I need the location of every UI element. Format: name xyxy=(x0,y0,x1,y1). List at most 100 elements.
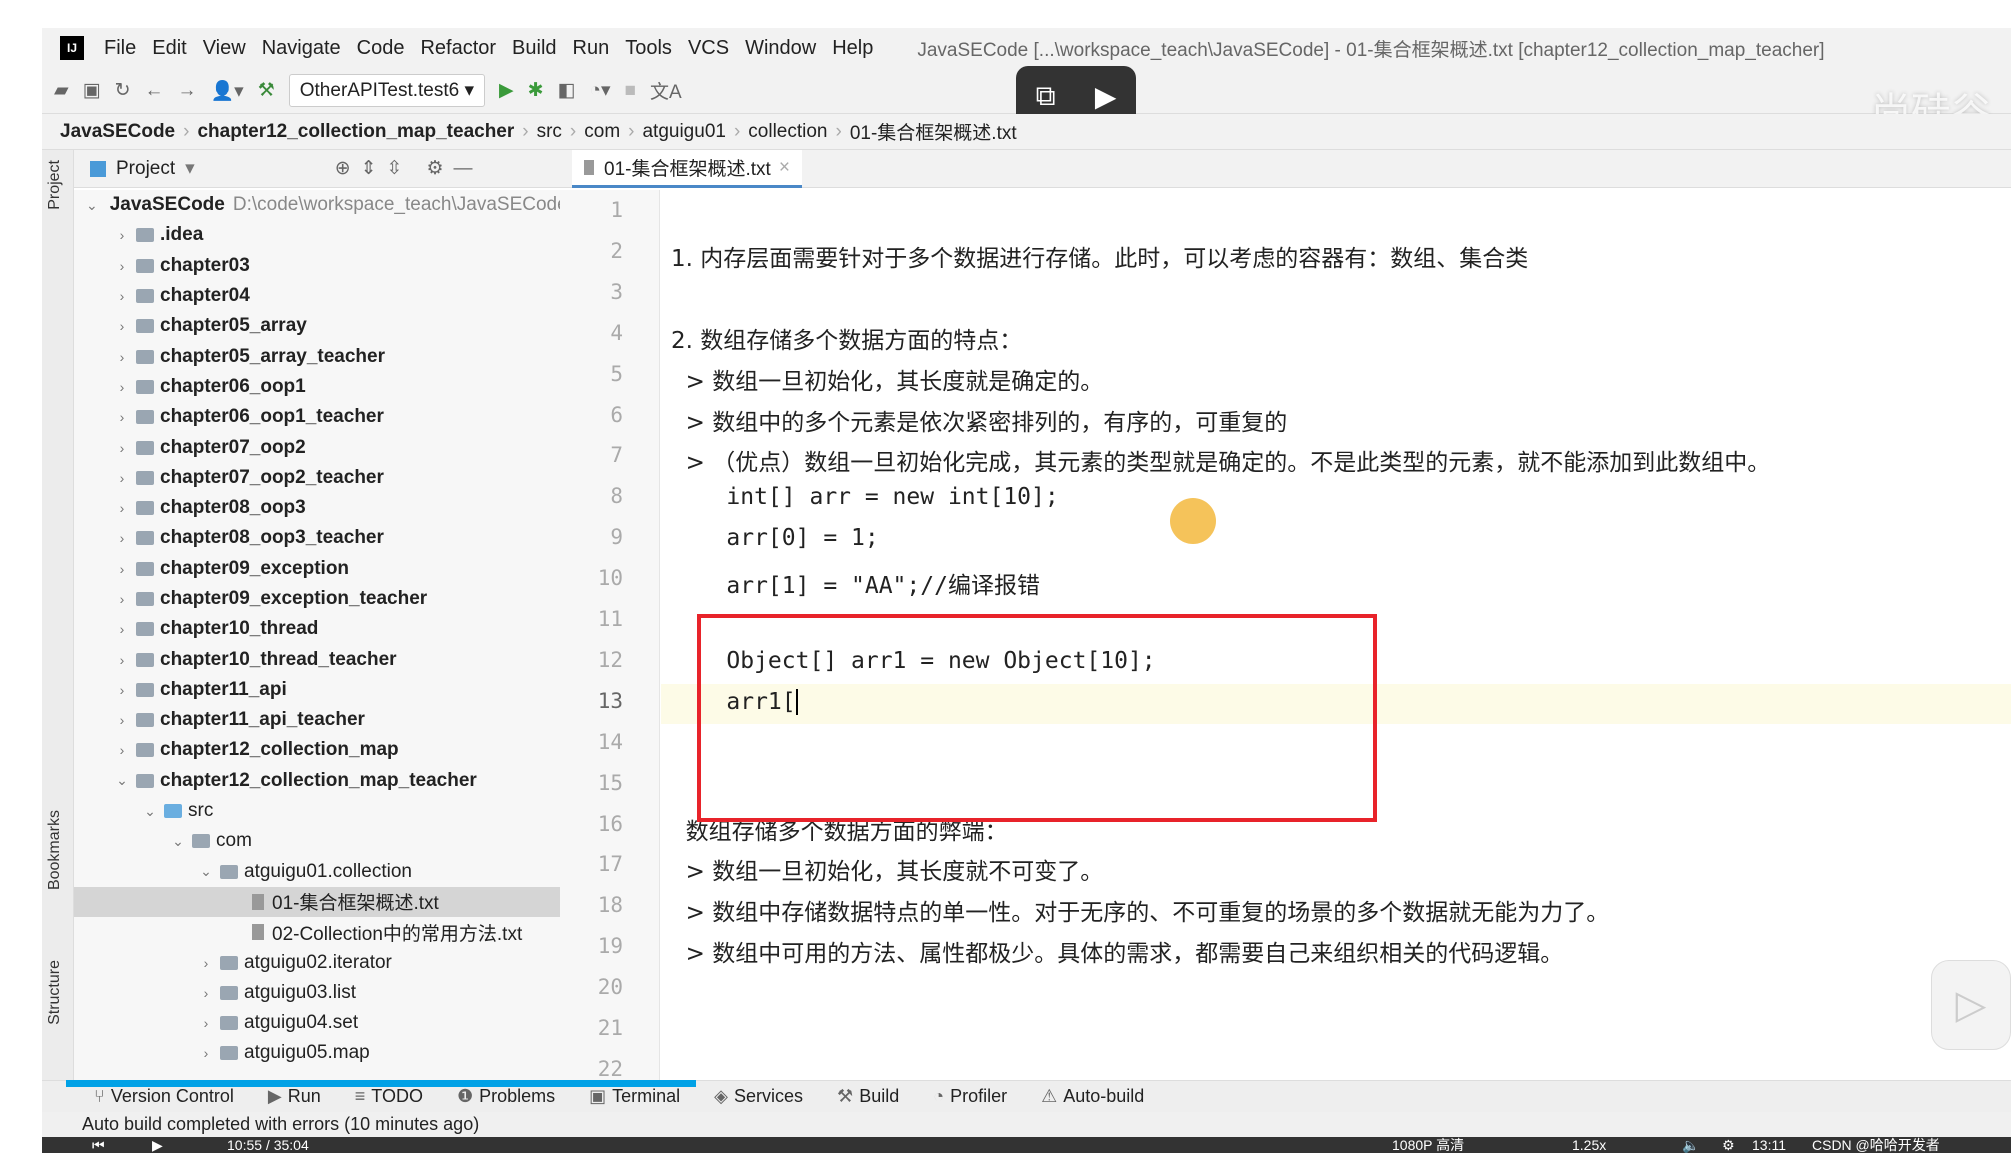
play-icon[interactable]: ▶ xyxy=(152,1137,163,1153)
run-icon[interactable]: ▶ xyxy=(499,79,514,102)
menu-file[interactable]: File xyxy=(104,37,136,59)
chevron-right-icon[interactable]: › xyxy=(114,742,130,758)
chevron-right-icon[interactable]: › xyxy=(114,591,130,607)
collapse-all-icon[interactable]: ⇳ xyxy=(387,157,403,180)
user-icon[interactable]: 👤▾ xyxy=(211,79,244,103)
project-view-select[interactable]: Project xyxy=(116,158,175,180)
bookmarks-tool-tab[interactable]: Bookmarks xyxy=(46,810,64,890)
tree-item[interactable]: 01-集合框架概述.txt xyxy=(74,886,560,918)
tree-item[interactable]: › chapter08_oop3_teacher xyxy=(74,523,560,553)
chevron-down-icon[interactable]: ⌄ xyxy=(198,863,214,880)
chevron-right-icon[interactable]: › xyxy=(114,349,130,365)
chevron-right-icon[interactable]: › xyxy=(198,985,214,1001)
breadcrumb-item[interactable]: src xyxy=(537,121,562,143)
tree-item[interactable]: › chapter12_collection_map xyxy=(74,735,560,765)
tree-item[interactable]: › chapter08_oop3 xyxy=(74,493,560,523)
quality[interactable]: 1080P 高清 xyxy=(1392,1137,1464,1153)
prev-icon[interactable]: ⏮ xyxy=(92,1137,105,1153)
chevron-right-icon[interactable]: › xyxy=(114,227,130,243)
tree-item[interactable]: › chapter05_array_teacher xyxy=(74,341,560,371)
tool-services[interactable]: ◈ Services xyxy=(714,1086,803,1107)
video-progress-bar[interactable] xyxy=(66,1080,696,1087)
close-tab-icon[interactable]: × xyxy=(779,157,790,179)
structure-tool-tab[interactable]: Structure xyxy=(46,960,64,1025)
breadcrumb-item[interactable]: atguigu01 xyxy=(642,121,725,143)
tree-item[interactable]: › chapter11_api xyxy=(74,675,560,705)
settings-icon[interactable]: ⚙ xyxy=(1722,1137,1735,1153)
back-icon[interactable]: ← xyxy=(145,80,164,102)
save-icon[interactable]: ▣ xyxy=(83,79,101,102)
chevron-right-icon[interactable]: › xyxy=(114,470,130,486)
hide-icon[interactable]: — xyxy=(454,158,473,180)
tree-item[interactable]: › atguigu03.list xyxy=(74,978,560,1008)
chevron-right-icon[interactable]: › xyxy=(114,682,130,698)
menu-navigate[interactable]: Navigate xyxy=(262,37,341,59)
run-config-select[interactable]: OtherAPITest.test6 ▾ xyxy=(288,74,486,107)
tool-todo[interactable]: ≡ TODO xyxy=(355,1086,423,1107)
chevron-down-icon[interactable]: ⌄ xyxy=(114,772,130,789)
chevron-down-icon[interactable]: ⌄ xyxy=(142,803,158,820)
menu-help[interactable]: Help xyxy=(832,37,873,59)
coverage-icon[interactable]: ◧ xyxy=(558,79,576,102)
tool-profiler[interactable]: ◔ Profiler xyxy=(933,1086,1007,1107)
menu-edit[interactable]: Edit xyxy=(152,37,186,59)
chevron-right-icon[interactable]: › xyxy=(114,652,130,668)
tree-root[interactable]: ⌄ JavaSECode D:\code\workspace_teach\JavaS… xyxy=(74,190,560,220)
open-icon[interactable]: ▰ xyxy=(54,79,69,102)
tool-terminal[interactable]: ▣ Terminal xyxy=(589,1086,680,1107)
tool-version-control[interactable]: ⑂ Version Control xyxy=(94,1086,234,1107)
gear-icon[interactable]: ⚙ xyxy=(426,157,443,180)
tree-item[interactable]: › chapter07_oop2_teacher xyxy=(74,463,560,493)
chevron-right-icon[interactable]: › xyxy=(114,712,130,728)
play-overlay-button[interactable]: ▷ xyxy=(1931,960,2011,1050)
build-hammer-icon[interactable]: ⚒ xyxy=(258,79,275,102)
tree-item[interactable]: › chapter10_thread_teacher xyxy=(74,644,560,674)
menu-vcs[interactable]: VCS xyxy=(688,37,729,59)
breadcrumb-item[interactable]: com xyxy=(584,121,620,143)
locate-icon[interactable]: ⊕ xyxy=(335,157,351,180)
chevron-right-icon[interactable]: › xyxy=(114,318,130,334)
tree-item[interactable]: ⌄ atguigu01.collection xyxy=(74,857,560,887)
menu-run[interactable]: Run xyxy=(573,37,610,59)
breadcrumb-item[interactable]: 01-集合框架概述.txt xyxy=(850,118,1017,145)
tab-01-txt[interactable]: 01-集合框架概述.txt × xyxy=(572,150,802,188)
menu-tools[interactable]: Tools xyxy=(625,37,672,59)
tool-problems[interactable]: ❶ Problems xyxy=(457,1086,555,1107)
chevron-right-icon[interactable]: › xyxy=(114,440,130,456)
tree-item[interactable]: › chapter05_array xyxy=(74,311,560,341)
tree-item[interactable]: › chapter09_exception_teacher xyxy=(74,584,560,614)
breadcrumb-item[interactable]: collection xyxy=(748,121,827,143)
tree-item[interactable]: › chapter09_exception xyxy=(74,554,560,584)
tree-item[interactable]: › atguigu02.iterator xyxy=(74,947,560,977)
chevron-right-icon[interactable]: › xyxy=(114,409,130,425)
chevron-down-icon[interactable]: ⌄ xyxy=(170,833,186,850)
volume-icon[interactable]: 🔈 xyxy=(1682,1137,1699,1153)
tool-auto-build[interactable]: ⚠ Auto-build xyxy=(1041,1086,1144,1107)
breadcrumb-item[interactable]: JavaSECode xyxy=(60,121,175,143)
chevron-right-icon[interactable]: › xyxy=(198,955,214,971)
forward-icon[interactable]: → xyxy=(178,80,197,102)
screen-play-icon[interactable]: ▶ xyxy=(1095,80,1117,113)
chevron-right-icon[interactable]: › xyxy=(114,258,130,274)
project-tool-tab[interactable]: Project xyxy=(46,160,64,210)
tree-item[interactable]: ⌄ chapter12_collection_map_teacher xyxy=(74,766,560,796)
tree-item[interactable]: › chapter07_oop2 xyxy=(74,432,560,462)
sync-icon[interactable]: ↻ xyxy=(115,79,131,102)
tree-item[interactable]: › chapter10_thread xyxy=(74,614,560,644)
tree-item[interactable]: › atguigu04.set xyxy=(74,1008,560,1038)
tree-item[interactable]: › chapter06_oop1_teacher xyxy=(74,402,560,432)
breadcrumb-item[interactable]: chapter12_collection_map_teacher xyxy=(197,121,514,143)
tree-item[interactable]: › chapter06_oop1 xyxy=(74,372,560,402)
chevron-right-icon[interactable]: › xyxy=(114,621,130,637)
tree-item[interactable]: › chapter03 xyxy=(74,251,560,281)
menu-build[interactable]: Build xyxy=(512,37,556,59)
menu-window[interactable]: Window xyxy=(745,37,816,59)
chevron-right-icon[interactable]: › xyxy=(198,1015,214,1031)
tree-item[interactable]: › .idea xyxy=(74,220,560,250)
menu-code[interactable]: Code xyxy=(357,37,405,59)
menu-view[interactable]: View xyxy=(203,37,246,59)
chevron-right-icon[interactable]: › xyxy=(198,1045,214,1061)
tree-item[interactable]: ⌄ src xyxy=(74,796,560,826)
profile-icon[interactable]: ◔▾ xyxy=(590,79,611,102)
tree-item[interactable]: ⌄ com xyxy=(74,826,560,856)
